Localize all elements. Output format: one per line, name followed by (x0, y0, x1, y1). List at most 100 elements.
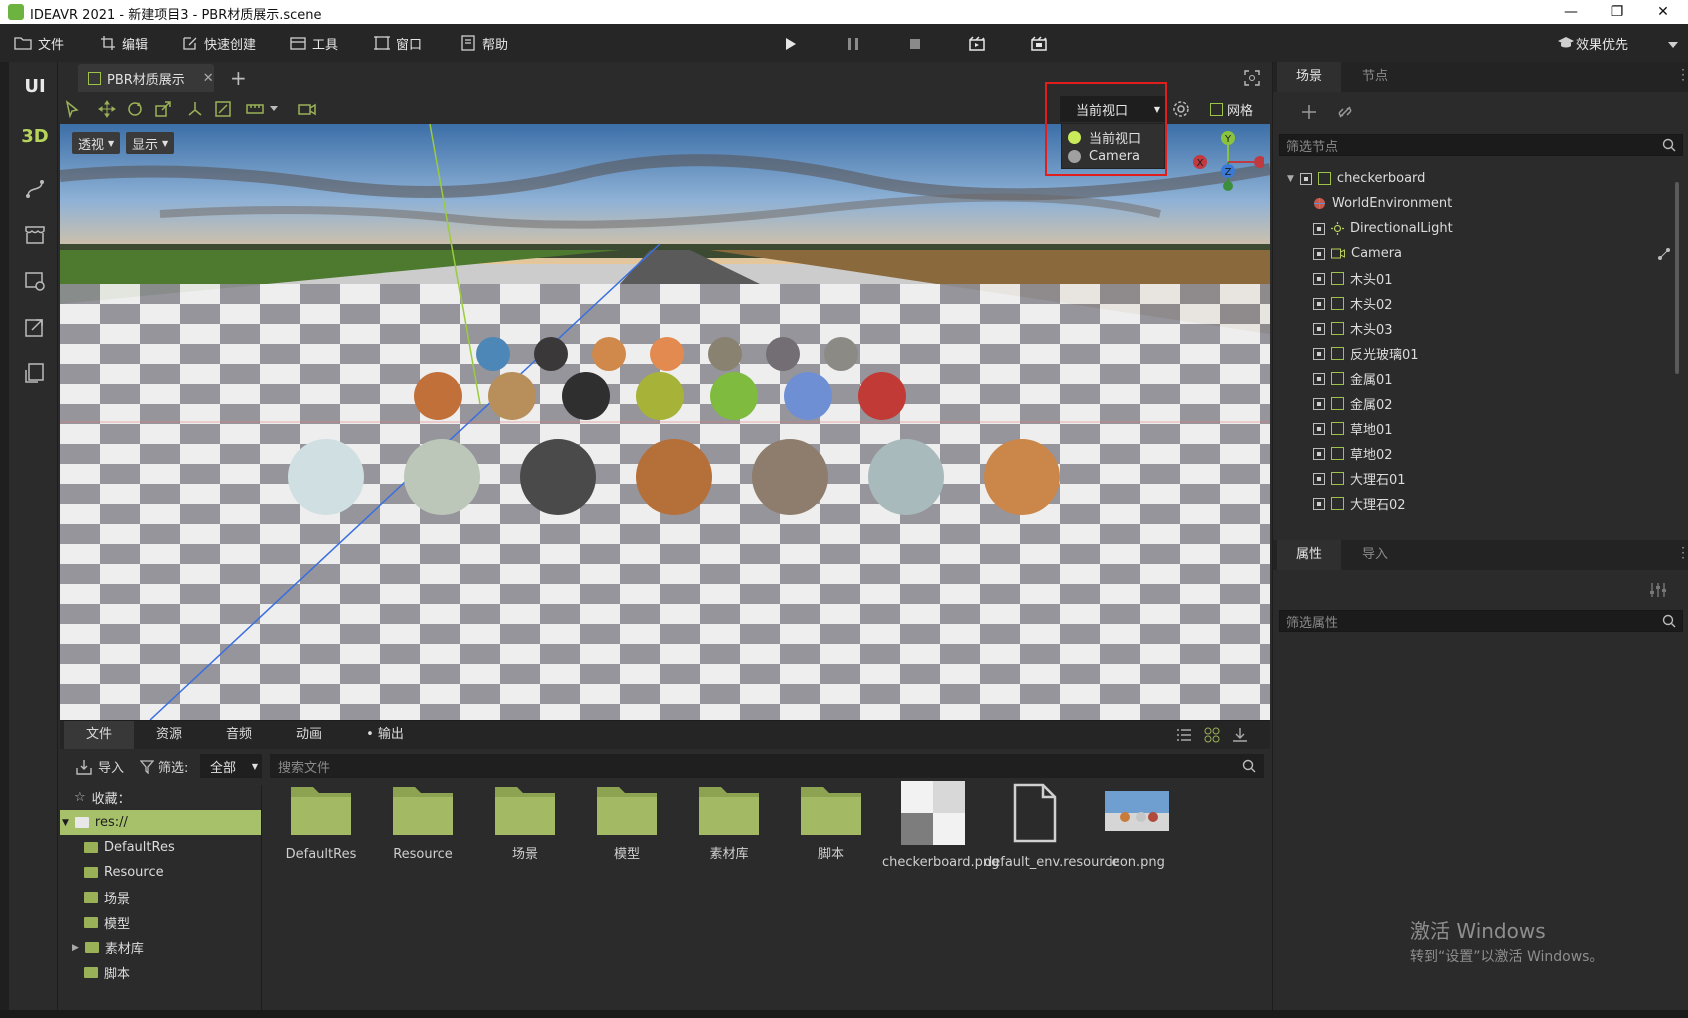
ruler-icon[interactable] (246, 100, 264, 118)
list-view-icon[interactable] (1176, 728, 1192, 742)
3d-viewport[interactable]: 透视 ▼ 显示 ▼ Y X Z (60, 124, 1270, 720)
visibility-toggle[interactable] (1313, 322, 1325, 335)
tab-import[interactable]: 导入 (1343, 540, 1407, 570)
tab-properties[interactable]: 属性 (1277, 540, 1341, 570)
tab-audio[interactable]: 音频 (204, 721, 274, 749)
visibility-toggle[interactable] (1313, 297, 1325, 310)
tree-res-root[interactable]: ▼ res:// (60, 810, 261, 835)
scale-tool-icon[interactable] (154, 100, 172, 118)
download-icon[interactable] (1232, 727, 1248, 743)
fullscreen-icon[interactable] (1244, 70, 1260, 86)
tab-scene[interactable]: 场景 (1277, 62, 1341, 92)
collapse-icon[interactable]: ▶ (72, 943, 79, 953)
panel-menu-icon[interactable]: · · · (1681, 542, 1685, 564)
close-button[interactable]: ✕ (1640, 0, 1686, 24)
menu-help[interactable]: 帮助 (460, 32, 508, 54)
perspective-menu[interactable]: 透视 ▼ (72, 132, 121, 154)
tree-item-library[interactable]: ▶ 素材库 (60, 935, 261, 960)
import-button[interactable]: 导入 (76, 757, 124, 776)
tree-node-metal01[interactable]: 金属01 (1273, 366, 1677, 391)
visibility-toggle[interactable] (1313, 222, 1325, 235)
visibility-toggle[interactable] (1313, 447, 1325, 460)
menu-edit[interactable]: 编辑 (100, 32, 148, 54)
document-icon[interactable] (24, 362, 46, 384)
tree-item-models[interactable]: 模型 (60, 910, 261, 935)
file-tile-folder[interactable]: 场景 (474, 781, 576, 864)
grid-toggle[interactable]: 网格 (1210, 100, 1253, 119)
property-filter-input[interactable]: 筛选属性 (1279, 610, 1683, 632)
rotate-tool-icon[interactable] (126, 100, 144, 118)
add-node-icon[interactable] (1301, 104, 1317, 120)
tree-item-scenes[interactable]: 场景 (60, 885, 261, 910)
play-custom-scene-icon[interactable] (1030, 35, 1048, 53)
camera-preview-icon[interactable] (298, 100, 316, 118)
menu-file[interactable]: 文件 (14, 32, 64, 54)
menu-tools[interactable]: 工具 (290, 32, 338, 54)
link-icon[interactable] (1337, 104, 1353, 120)
visibility-toggle[interactable] (1313, 397, 1325, 410)
visibility-toggle[interactable] (1313, 272, 1325, 285)
file-tile-photo[interactable]: icon.png (1086, 781, 1188, 872)
scene-tree-scrollbar[interactable] (1675, 182, 1679, 374)
tree-node-marble01[interactable]: 大理石01 (1273, 466, 1677, 491)
gear-icon[interactable] (1172, 100, 1190, 118)
maximize-button[interactable]: ❐ (1594, 0, 1640, 24)
tab-pbr-scene[interactable]: PBR材质展示 ✕ (78, 64, 214, 92)
ui-mode-button[interactable]: UI (18, 76, 52, 97)
display-menu[interactable]: 显示 ▼ (126, 132, 175, 154)
script-icon[interactable] (1657, 247, 1671, 261)
chevron-down-icon[interactable] (1668, 42, 1678, 48)
tree-node-wood02[interactable]: 木头02 (1273, 291, 1677, 316)
node-filter-input[interactable]: 筛选节点 (1279, 134, 1683, 156)
store-icon[interactable] (24, 224, 46, 246)
visibility-toggle[interactable] (1313, 497, 1325, 510)
add-tab-button[interactable]: + (230, 66, 247, 90)
tree-node-glass01[interactable]: 反光玻璃01 (1273, 341, 1677, 366)
tree-item-resource[interactable]: Resource (60, 860, 261, 885)
panel-menu-icon[interactable]: · · · (1681, 64, 1685, 86)
axis-gizmo[interactable]: Y X Z (1186, 130, 1264, 194)
tree-node-world-environment[interactable]: WorldEnvironment (1273, 191, 1677, 216)
expand-icon[interactable]: ▼ (62, 818, 69, 828)
filter-select[interactable]: 全部 ▼ (200, 754, 262, 778)
file-tile-folder[interactable]: 脚本 (780, 781, 882, 864)
tree-node-marble02[interactable]: 大理石02 (1273, 491, 1677, 516)
stop-icon[interactable] (906, 35, 924, 53)
snap-icon[interactable] (214, 100, 232, 118)
ruler-dropdown-icon[interactable] (270, 106, 278, 111)
tree-node-wood01[interactable]: 木头01 (1273, 266, 1677, 291)
graduation-cap-icon[interactable] (1557, 36, 1575, 50)
visibility-toggle[interactable] (1313, 372, 1325, 385)
settings-box-icon[interactable] (24, 270, 46, 292)
menu-window[interactable]: 窗口 (374, 32, 422, 54)
tab-output[interactable]: • 输出 (350, 721, 420, 749)
menu-quick-create[interactable]: 快速创建 (182, 32, 256, 54)
play-scene-icon[interactable] (968, 35, 986, 53)
visibility-toggle[interactable] (1313, 472, 1325, 485)
tree-node-directional-light[interactable]: DirectionalLight (1273, 216, 1677, 241)
tree-node-metal02[interactable]: 金属02 (1273, 391, 1677, 416)
file-tile-resource[interactable]: default_env.resource (984, 781, 1120, 872)
play-icon[interactable] (781, 35, 799, 53)
export-icon[interactable] (24, 316, 46, 338)
3d-mode-button[interactable]: 3D (18, 126, 52, 147)
close-tab-icon[interactable]: ✕ (203, 71, 214, 86)
grid-view-icon[interactable] (1204, 727, 1220, 743)
tab-resources[interactable]: 资源 (134, 721, 204, 749)
file-tile-folder[interactable]: Resource (372, 781, 474, 864)
tab-files[interactable]: 文件 (64, 721, 134, 749)
tree-node-camera[interactable]: Camera (1273, 241, 1677, 266)
tree-node-wood03[interactable]: 木头03 (1273, 316, 1677, 341)
file-tile-image[interactable]: checkerboard.png (882, 781, 999, 872)
expand-icon[interactable]: ▼ (1287, 174, 1294, 184)
local-space-icon[interactable] (186, 100, 204, 118)
file-tile-folder[interactable]: 模型 (576, 781, 678, 864)
favorites-row[interactable]: ☆ 收藏： (60, 785, 261, 810)
tree-node-grass01[interactable]: 草地01 (1273, 416, 1677, 441)
tab-animation[interactable]: 动画 (274, 721, 344, 749)
quality-mode-select[interactable]: 效果优先 (1576, 34, 1628, 53)
tree-item-scripts[interactable]: 脚本 (60, 960, 261, 985)
visibility-toggle[interactable] (1313, 422, 1325, 435)
file-search-input[interactable]: 搜索文件 (270, 754, 1264, 778)
move-tool-icon[interactable] (98, 100, 116, 118)
